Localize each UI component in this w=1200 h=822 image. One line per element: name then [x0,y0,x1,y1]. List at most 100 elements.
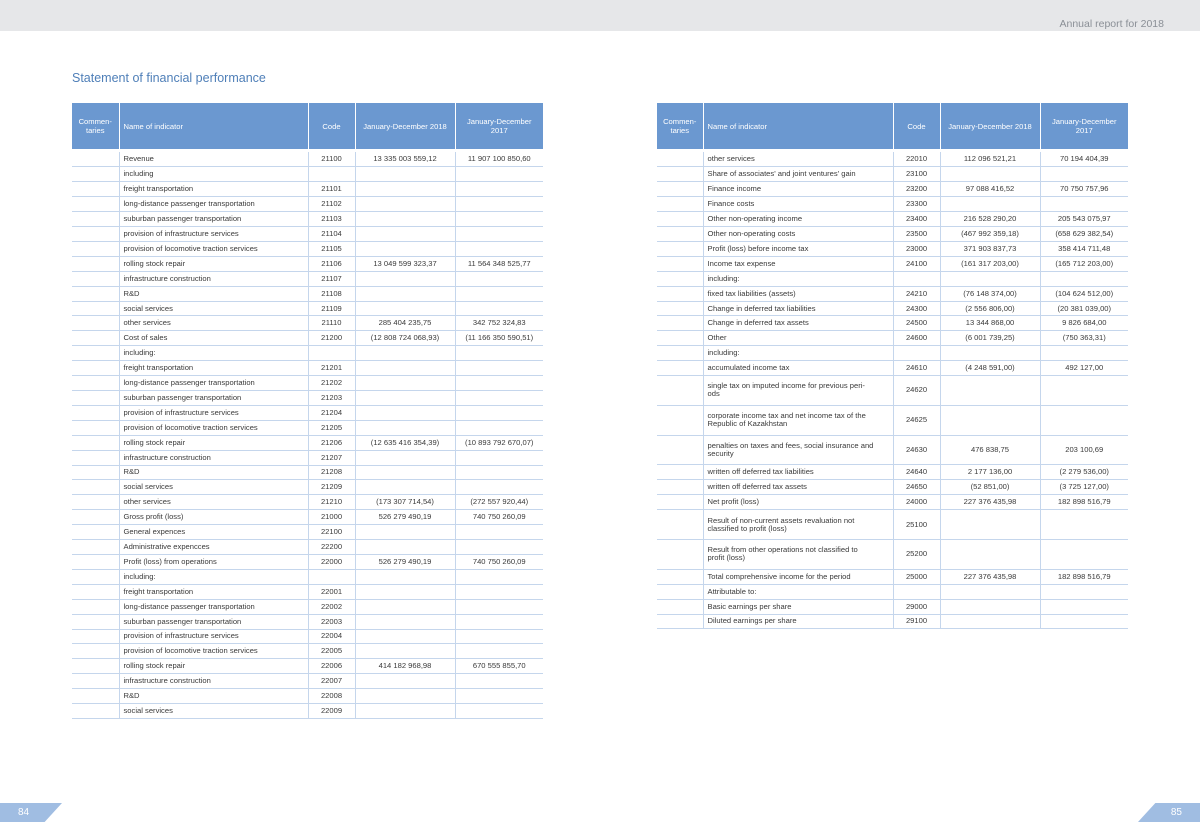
indicator-name-cell: provision of infrastructure services [119,405,309,421]
value-2017-cell [1040,166,1128,183]
indicator-name-cell: long-distance passenger transportation [119,599,309,615]
table-row: suburban passenger transportation 21103 [72,211,543,228]
table-row: Profit (loss) from operations 22000 526 27… [72,554,543,570]
value-2018-cell [940,405,1041,436]
value-2017-cell: 182 898 516,79 [1040,494,1128,511]
commentaries-cell [72,152,120,168]
value-2018-cell: 13 049 599 323,37 [355,256,456,272]
table-row: Change in deferred tax assets 24500 13 344… [657,315,1128,332]
commentaries-cell [657,614,704,630]
value-2018-cell: (4 248 591,00) [940,360,1041,377]
value-2018-cell: 414 182 968,98 [355,658,456,675]
code-cell: 25200 [893,539,941,570]
value-2017-cell [1040,509,1128,540]
value-2017-cell [455,599,543,615]
indicator-name-cell: provision of locomotive traction service… [119,420,309,436]
indicator-name-cell: freight transportation [119,584,309,600]
code-cell: 22007 [308,673,356,690]
code-cell: 24600 [893,330,941,347]
table-header-row: Commen- taries Name of indicator Code Ja… [72,103,543,149]
value-2017-cell: 70 750 757,96 [1040,181,1128,198]
commentaries-cell [657,599,704,615]
value-2017-cell: 740 750 260,09 [455,554,543,570]
code-cell: 22003 [308,614,356,630]
value-2017-cell [455,405,543,421]
code-cell [308,569,356,585]
table-row: provision of locomotive traction service… [72,643,543,660]
code-cell: 21100 [308,152,356,168]
value-2018-cell [940,599,1041,615]
table-row: corporate income tax and net income tax … [657,405,1128,436]
commentaries-cell [657,330,704,347]
table-row: freight transportation 21201 [72,360,543,377]
commentaries-cell [72,181,120,198]
value-2017-cell [1040,599,1128,615]
value-2018-cell: 97 088 416,52 [940,181,1041,198]
value-2017-cell [455,614,543,630]
value-2018-cell: (6 001 739,25) [940,330,1041,347]
commentaries-cell [657,241,704,257]
value-2017-cell: (3 725 127,00) [1040,479,1128,496]
value-2017-cell: 70 194 404,39 [1040,152,1128,168]
indicator-name-cell: Other non-operating income [703,211,894,228]
value-2017-cell: (11 166 350 590,51) [455,330,543,347]
value-2018-cell [355,166,456,183]
value-2017-cell [455,539,543,555]
value-2017-cell: (272 557 920,44) [455,494,543,511]
value-2018-cell: 2 177 136,00 [940,464,1041,481]
header-commentaries: Commen- taries [72,103,120,149]
value-2017-cell [455,703,543,719]
table-row: written off deferred tax liabilities 2464… [657,464,1128,481]
value-2018-cell: 371 903 837,73 [940,241,1041,257]
commentaries-cell [72,360,120,377]
code-cell: 21207 [308,450,356,466]
code-cell: 21110 [308,315,356,332]
table-row: penalties on taxes and fees, social insu… [657,435,1128,466]
indicator-name-cell: corporate income tax and net income tax … [703,405,894,436]
value-2017-cell: 9 826 684,00 [1040,315,1128,332]
table-row: General expences 22100 [72,524,543,541]
table-row: single tax on imputed income for previou… [657,375,1128,406]
value-2018-cell [940,584,1041,600]
code-cell: 22009 [308,703,356,719]
table-row: accumulated income tax 24610 (4 248 591,00… [657,360,1128,377]
code-cell: 21107 [308,271,356,287]
value-2017-cell: 740 750 260,09 [455,509,543,526]
value-2018-cell [355,241,456,257]
value-2018-cell: 526 279 490,19 [355,509,456,526]
header-period-2017: January-December 2017 [455,103,543,149]
indicator-name-cell: Finance income [703,181,894,198]
value-2017-cell [1040,614,1128,630]
value-2018-cell: 476 838,75 [940,435,1041,466]
commentaries-cell [72,479,120,496]
value-2018-cell: (76 148 374,00) [940,286,1041,302]
code-cell: 24625 [893,405,941,436]
table-row: infrastructure construction 21107 [72,271,543,287]
value-2018-cell [355,420,456,436]
value-2018-cell [355,301,456,317]
indicator-name-cell: including: [119,345,309,362]
commentaries-cell [72,196,120,213]
value-2018-cell: 112 096 521,21 [940,152,1041,168]
indicator-name-cell: including: [119,569,309,585]
commentaries-cell [72,286,120,302]
value-2017-cell: 11 564 348 525,77 [455,256,543,272]
value-2017-cell [455,420,543,436]
value-2018-cell [355,673,456,690]
commentaries-cell [657,256,704,272]
indicator-name-cell: R&D [119,688,309,705]
code-cell: 24000 [893,494,941,511]
value-2017-cell [455,211,543,228]
value-2018-cell [355,360,456,377]
table-row: social services 21209 [72,479,543,496]
value-2017-cell: (750 363,31) [1040,330,1128,347]
indicator-name-cell: accumulated income tax [703,360,894,377]
code-cell: 21000 [308,509,356,526]
code-cell: 23300 [893,196,941,213]
table-row: Income tax expense 24100 (161 317 203,00)(… [657,256,1128,272]
commentaries-cell [72,509,120,526]
value-2017-cell [1040,271,1128,287]
code-cell: 24210 [893,286,941,302]
value-2018-cell [355,524,456,541]
code-cell: 21200 [308,330,356,347]
